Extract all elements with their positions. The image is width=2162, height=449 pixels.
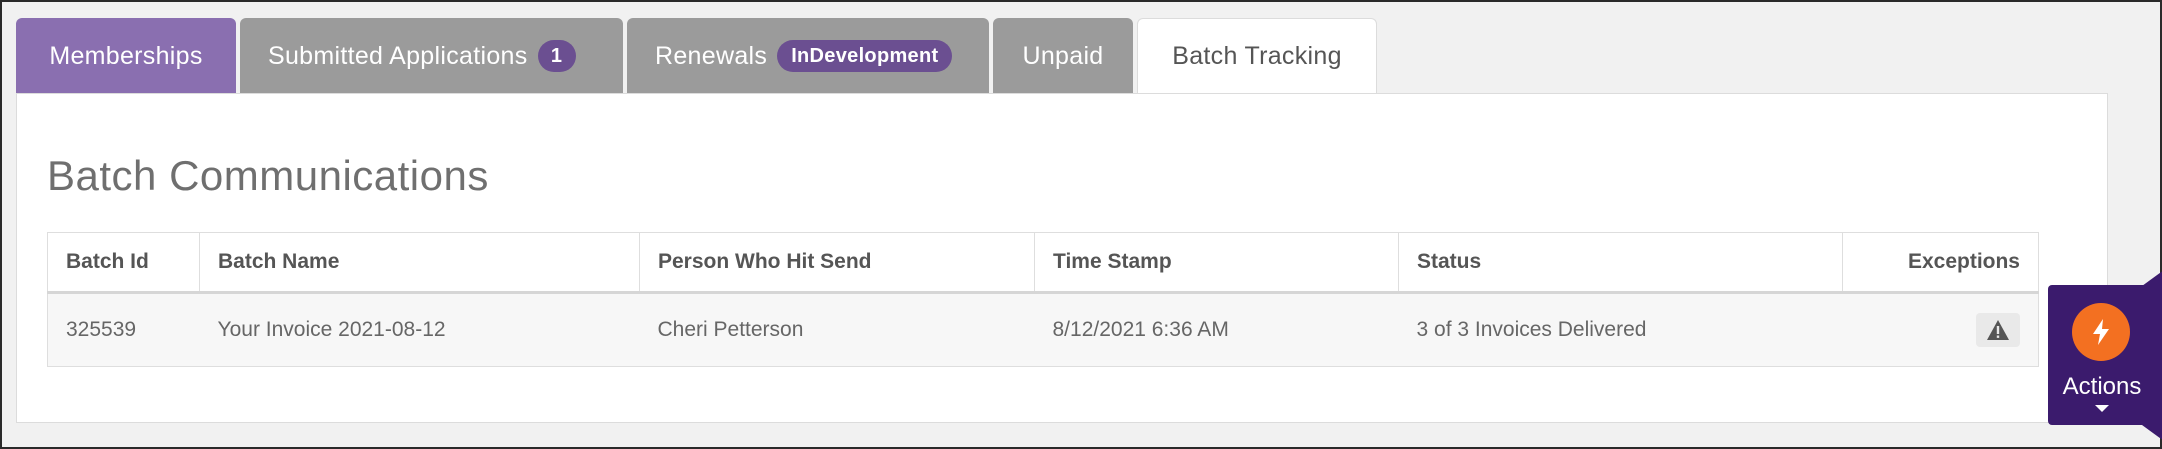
tab-memberships-label: Memberships: [49, 41, 203, 70]
cell-batch-name: Your Invoice 2021-08-12: [199, 292, 640, 367]
cell-time-stamp: 8/12/2021 6:36 AM: [1034, 292, 1399, 367]
column-header-batch-id[interactable]: Batch Id: [47, 232, 200, 294]
actions-label: Actions: [2062, 373, 2142, 400]
column-header-exceptions[interactable]: Exceptions: [1842, 232, 2039, 294]
warning-triangle-icon: [1987, 320, 2009, 340]
actions-button[interactable]: Actions: [2048, 285, 2156, 425]
cell-exceptions: [1842, 292, 2039, 367]
tab-renewals[interactable]: Renewals InDevelopment: [627, 18, 989, 94]
tab-bar: Memberships Submitted Applications 1 Ren…: [16, 18, 1377, 94]
actions-icon-circle: [2072, 303, 2130, 361]
batch-table: Batch Id Batch Name Person Who Hit Send …: [47, 232, 2039, 367]
tab-memberships[interactable]: Memberships: [16, 18, 236, 94]
actions-edge-bottom: [2142, 425, 2162, 441]
cell-batch-id: 325539: [47, 292, 200, 367]
page-title: Batch Communications: [47, 152, 489, 199]
cell-person: Cheri Petterson: [639, 292, 1035, 367]
column-header-batch-name[interactable]: Batch Name: [199, 232, 640, 294]
cell-status: 3 of 3 Invoices Delivered: [1398, 292, 1843, 367]
chevron-down-icon: [2095, 405, 2109, 412]
tab-submitted-applications[interactable]: Submitted Applications 1: [240, 18, 623, 94]
actions-edge-top: [2142, 270, 2162, 286]
in-development-badge: InDevelopment: [777, 40, 953, 72]
tab-unpaid[interactable]: Unpaid: [993, 18, 1133, 94]
tab-batch-tracking[interactable]: Batch Tracking: [1137, 18, 1377, 94]
batch-tracking-panel: Batch Communications Batch Id Batch Name…: [16, 93, 2108, 423]
lightning-bolt-icon: [2093, 319, 2109, 345]
tab-submitted-applications-label: Submitted Applications: [268, 41, 528, 70]
tab-renewals-label: Renewals: [655, 41, 768, 70]
column-header-person[interactable]: Person Who Hit Send: [639, 232, 1035, 294]
submitted-count-badge: 1: [537, 40, 576, 72]
exceptions-button[interactable]: [1976, 313, 2020, 347]
table-header-row: Batch Id Batch Name Person Who Hit Send …: [47, 232, 2039, 294]
column-header-status[interactable]: Status: [1398, 232, 1843, 294]
tab-unpaid-label: Unpaid: [1022, 41, 1104, 70]
table-row[interactable]: 325539 Your Invoice 2021-08-12 Cheri Pet…: [47, 292, 2039, 367]
tab-batch-tracking-label: Batch Tracking: [1172, 42, 1342, 70]
column-header-time-stamp[interactable]: Time Stamp: [1034, 232, 1399, 294]
